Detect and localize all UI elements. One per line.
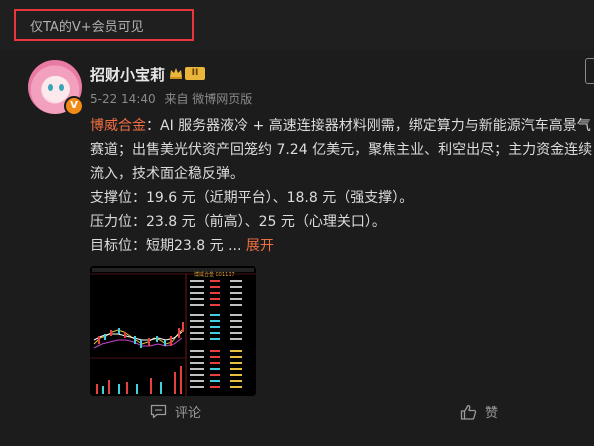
stock-link[interactable]: 博威合金	[90, 118, 146, 134]
member-level-badge[interactable]: II	[168, 65, 206, 81]
top-bar: 仅TA的V+会员可见	[0, 0, 594, 50]
comment-label: 评论	[175, 406, 202, 421]
username[interactable]: 招财小宝莉	[90, 64, 165, 85]
vip-only-banner: 仅TA的V+会员可见	[14, 9, 194, 41]
content-line: 目标位：短期23.8 元 ... 展开	[90, 238, 274, 254]
vip-only-text: 仅TA的V+会员可见	[30, 19, 144, 35]
comment-button[interactable]: 评论	[150, 402, 201, 421]
thumbs-up-icon	[460, 404, 477, 420]
avatar[interactable]: V	[28, 60, 84, 116]
crown-icon	[170, 68, 182, 79]
post-date[interactable]: 5-22 14:40	[90, 92, 156, 106]
post-content: 博威合金：AI 服务器液冷 + 高速连接器材料刚需，绑定算力与新能源汽车高景气 …	[90, 114, 594, 258]
content-line: 赛道；出售美光伏资产回笼约 7.24 亿美元，聚焦主业、利空出尽；主力资金连续	[90, 142, 593, 158]
post-actions: 评论 赞	[0, 402, 594, 432]
expand-link[interactable]: 展开	[246, 238, 274, 254]
verified-badge: V	[64, 96, 84, 116]
post-meta: 5-22 14:40 来自 微博网页版	[90, 90, 257, 107]
content-line: 压力位：23.8 元（前高）、25 元（心理关口）。	[90, 214, 386, 230]
like-button[interactable]: 赞	[460, 402, 498, 421]
post-source: 来自 微博网页版	[164, 92, 253, 106]
more-options-button[interactable]	[585, 58, 594, 84]
level-text: II	[185, 66, 205, 80]
content-line: 博威合金：AI 服务器液冷 + 高速连接器材料刚需，绑定算力与新能源汽车高景气	[90, 118, 591, 134]
content-line: 支撑位：19.6 元（近期平台）、18.8 元（强支撑）。	[90, 190, 414, 206]
like-label: 赞	[485, 406, 499, 421]
post-card: V 招财小宝莉 II 5-22 14:40 来自 微博网页版 博威合金：AI 服…	[0, 50, 594, 446]
post-image[interactable]: 博威合金 601137	[90, 266, 256, 396]
content-line: 流入，技术面企稳反弹。	[90, 166, 244, 182]
stock-chart-image: 博威合金 601137	[90, 266, 256, 396]
comment-icon	[150, 404, 167, 419]
